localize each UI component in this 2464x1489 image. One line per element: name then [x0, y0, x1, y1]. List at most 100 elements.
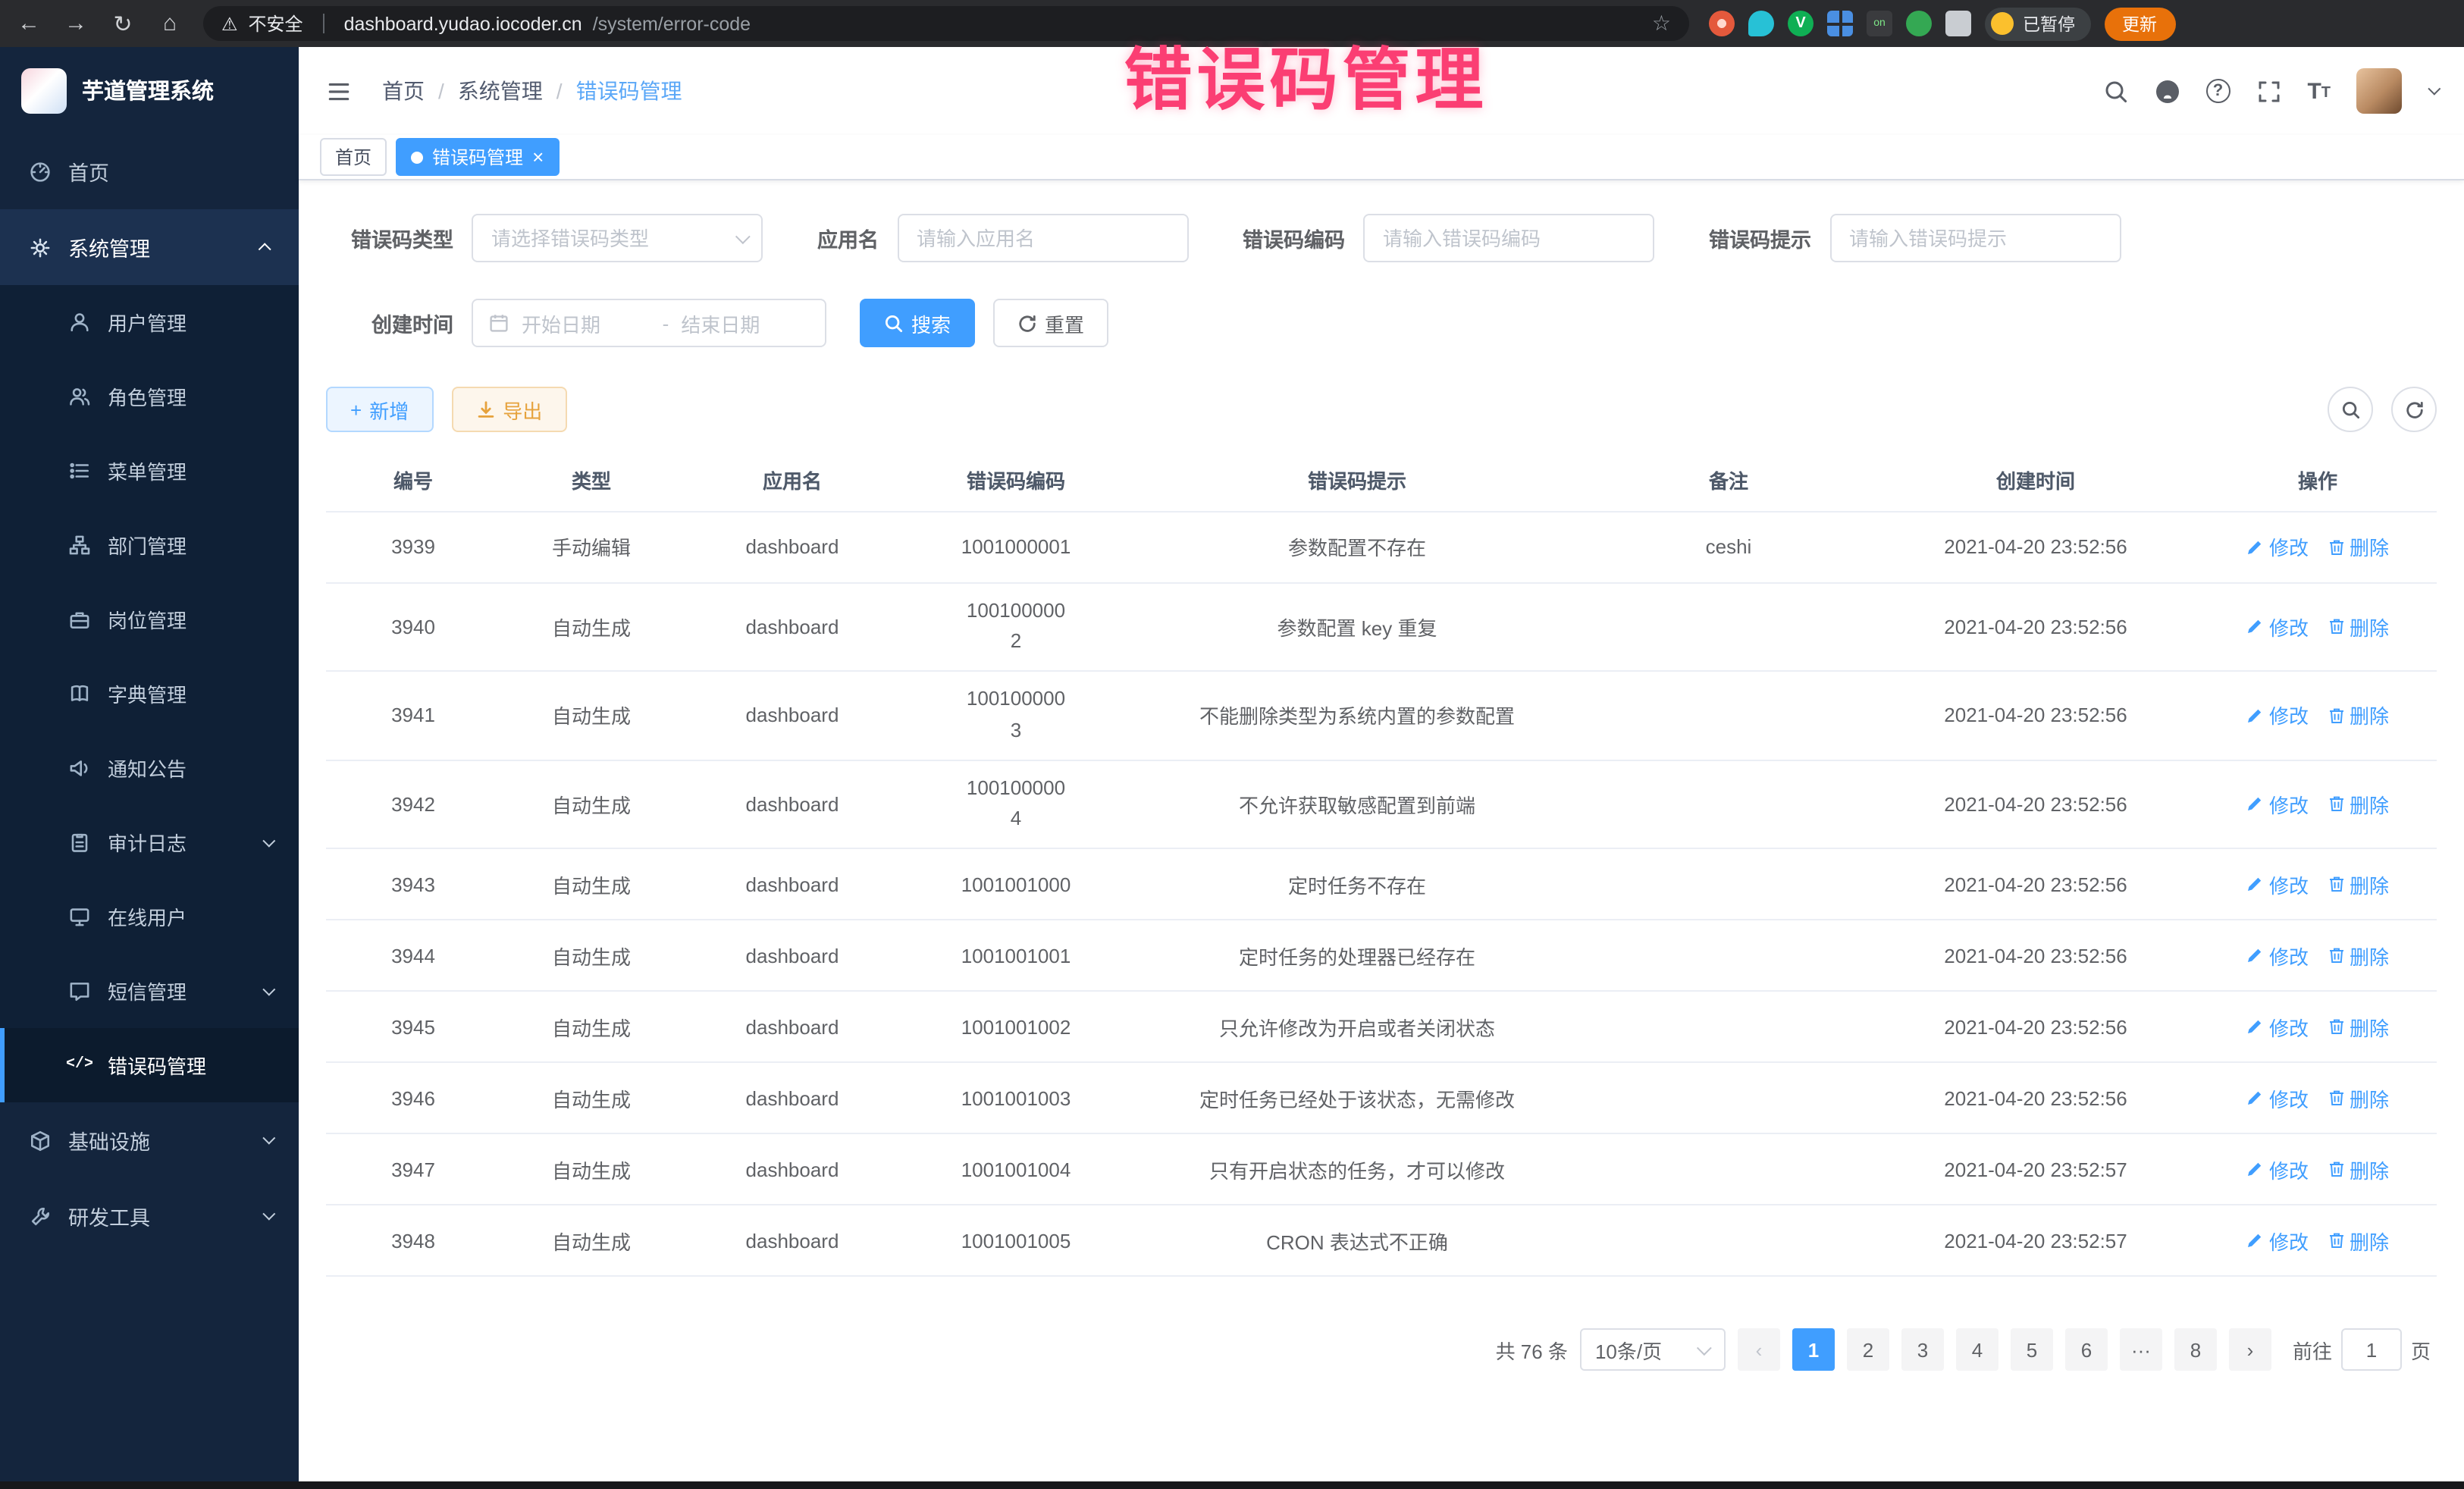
sidebar-item-infrastructure[interactable]: 基础设施: [0, 1102, 299, 1178]
page-button-1[interactable]: 1: [1792, 1329, 1835, 1371]
sidebar-item-user-management[interactable]: 用户管理: [0, 285, 299, 359]
bookmark-star-icon[interactable]: ☆: [1652, 11, 1671, 36]
tab-home[interactable]: 首页: [320, 138, 387, 176]
profile-paused-chip[interactable]: 已暂停: [1985, 7, 2090, 40]
address-bar[interactable]: ⚠ 不安全 dashboard.yudao.iocoder.cn/system/…: [203, 6, 1689, 41]
cell-app: dashboard: [682, 1063, 902, 1134]
sidebar-item-error-code-management[interactable]: </> 错误码管理: [0, 1028, 299, 1102]
extension-red-icon[interactable]: [1709, 11, 1735, 36]
page-button-8[interactable]: 8: [2174, 1329, 2217, 1371]
page-button-3[interactable]: 3: [1901, 1329, 1944, 1371]
page-button-6[interactable]: 6: [2065, 1329, 2108, 1371]
security-label[interactable]: 不安全: [249, 11, 303, 36]
fullscreen-icon[interactable]: [2256, 78, 2281, 104]
sidebar-item-home[interactable]: 首页: [0, 133, 299, 209]
browser-forward-icon[interactable]: →: [62, 11, 89, 36]
sidebar-item-menu-management[interactable]: 菜单管理: [0, 434, 299, 508]
prev-page-button[interactable]: ‹: [1738, 1329, 1780, 1371]
refresh-icon[interactable]: [2391, 387, 2437, 432]
edit-link[interactable]: 修改: [2246, 1084, 2309, 1113]
total-count: 共 76 条: [1496, 1336, 1568, 1365]
extension-green-leaf-icon[interactable]: [1906, 11, 1932, 36]
extension-puzzle-icon[interactable]: [1945, 11, 1971, 36]
browser-home-icon[interactable]: ⌂: [156, 11, 183, 36]
sidebar-item-label: 岗位管理: [108, 605, 187, 634]
error-code-input[interactable]: [1363, 214, 1654, 262]
browser-back-icon[interactable]: ←: [15, 11, 42, 36]
sidebar-item-dict-management[interactable]: 字典管理: [0, 657, 299, 731]
cell-type: 自动生成: [500, 920, 682, 992]
page-button-2[interactable]: 2: [1847, 1329, 1889, 1371]
edit-link[interactable]: 修改: [2246, 1227, 2309, 1255]
search-button[interactable]: 搜索: [860, 299, 975, 347]
delete-link[interactable]: 删除: [2327, 1227, 2389, 1255]
avatar[interactable]: [2356, 68, 2402, 114]
col-remark: 备注: [1585, 450, 1873, 511]
sidebar-item-notice-management[interactable]: 通知公告: [0, 731, 299, 805]
edit-link[interactable]: 修改: [2246, 942, 2309, 970]
sidebar-item-label: 基础设施: [68, 1125, 150, 1155]
start-date-input[interactable]: 开始日期: [522, 309, 650, 337]
sidebar-item-system-management[interactable]: 系统管理: [0, 209, 299, 285]
error-type-select[interactable]: [472, 214, 763, 262]
edit-link[interactable]: 修改: [2246, 532, 2309, 561]
sidebar-item-online-users[interactable]: 在线用户: [0, 879, 299, 954]
app-logo-icon: [21, 67, 67, 113]
font-size-icon[interactable]: TT: [2307, 80, 2331, 102]
chevron-down-icon[interactable]: [2428, 83, 2440, 96]
extension-on-badge-icon[interactable]: on: [1867, 11, 1892, 36]
edit-link[interactable]: 修改: [2246, 870, 2309, 899]
sidebar-item-dept-management[interactable]: 部门管理: [0, 508, 299, 582]
delete-link[interactable]: 删除: [2327, 870, 2389, 899]
cell-actions: 修改 删除: [2199, 920, 2437, 992]
delete-link[interactable]: 删除: [2327, 1084, 2389, 1113]
page-size-select[interactable]: 10条/页: [1580, 1329, 1726, 1371]
browser-reload-icon[interactable]: ↻: [109, 10, 136, 37]
delete-link[interactable]: 删除: [2327, 701, 2389, 730]
sidebar-item-post-management[interactable]: 岗位管理: [0, 582, 299, 657]
edit-link[interactable]: 修改: [2246, 1155, 2309, 1184]
sidebar-item-dev-tools[interactable]: 研发工具: [0, 1178, 299, 1254]
add-button[interactable]: + 新增: [326, 387, 433, 432]
page-button-4[interactable]: 4: [1956, 1329, 1998, 1371]
reset-button[interactable]: 重置: [993, 299, 1108, 347]
edit-link[interactable]: 修改: [2246, 701, 2309, 730]
goto-page-input[interactable]: [2341, 1329, 2402, 1371]
breadcrumb-system[interactable]: 系统管理: [458, 76, 543, 106]
app-logo-row[interactable]: 芋道管理系统: [0, 47, 299, 133]
sidebar-item-sms-management[interactable]: 短信管理: [0, 954, 299, 1028]
extension-green-v-icon[interactable]: V: [1788, 11, 1814, 36]
delete-link[interactable]: 删除: [2327, 613, 2389, 641]
toggle-search-icon[interactable]: [2328, 387, 2373, 432]
page-ellipsis-button[interactable]: ···: [2120, 1329, 2162, 1371]
delete-link[interactable]: 删除: [2327, 532, 2389, 561]
extension-teal-drop-icon[interactable]: [1748, 11, 1774, 36]
extension-blue-grid-icon[interactable]: [1827, 11, 1853, 36]
edit-link[interactable]: 修改: [2246, 613, 2309, 641]
next-page-button[interactable]: ›: [2229, 1329, 2271, 1371]
error-msg-input[interactable]: [1829, 214, 2121, 262]
sidebar-item-audit-log[interactable]: 审计日志: [0, 805, 299, 879]
delete-link[interactable]: 删除: [2327, 1013, 2389, 1042]
delete-link[interactable]: 删除: [2327, 790, 2389, 819]
sidebar-fold-icon[interactable]: [326, 78, 352, 104]
delete-link[interactable]: 删除: [2327, 942, 2389, 970]
breadcrumb-home[interactable]: 首页: [382, 76, 425, 106]
chrome-update-button[interactable]: 更新: [2104, 7, 2175, 40]
page-button-5[interactable]: 5: [2011, 1329, 2053, 1371]
sidebar-item-role-management[interactable]: 角色管理: [0, 359, 299, 434]
edit-link[interactable]: 修改: [2246, 1013, 2309, 1042]
app-name-input[interactable]: [897, 214, 1188, 262]
tab-error-code-management[interactable]: 错误码管理 ×: [396, 138, 559, 176]
cell-code: 1001000003: [902, 671, 1130, 760]
export-button[interactable]: 导出: [451, 387, 566, 432]
cell-type: 自动生成: [500, 1134, 682, 1205]
help-icon[interactable]: ?: [2205, 79, 2230, 103]
search-icon[interactable]: [2102, 78, 2128, 104]
edit-link[interactable]: 修改: [2246, 790, 2309, 819]
delete-link[interactable]: 删除: [2327, 1155, 2389, 1184]
end-date-input[interactable]: 结束日期: [681, 309, 810, 337]
github-icon[interactable]: [2154, 78, 2180, 104]
date-range-picker[interactable]: 开始日期 - 结束日期: [472, 299, 826, 347]
close-icon[interactable]: ×: [532, 147, 544, 167]
